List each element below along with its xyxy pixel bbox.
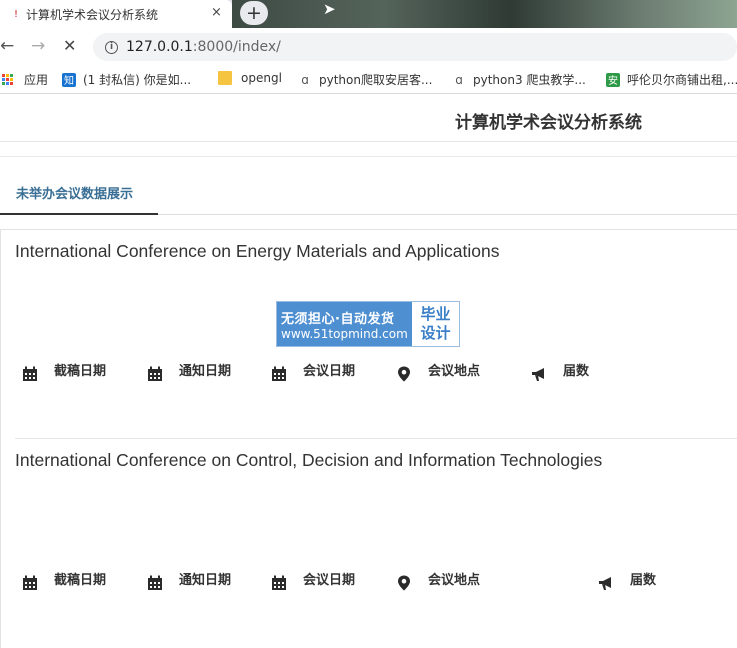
megaphone-icon [599,577,611,590]
tab-upcoming-conferences[interactable]: 未举办会议数据展示 [0,172,158,215]
apps-grid-icon [2,73,14,86]
calendar-icon [148,575,162,590]
browser-tab-active[interactable]: ! 计算机学术会议分析系统 × [0,0,232,28]
browser-tabstrip: ! 计算机学术会议分析系统 × + ➤ [0,0,737,28]
meta-deadline: 截稿日期 [22,360,106,382]
site-icon: ɑ [455,72,463,87]
bookmark-apps[interactable]: 应用 [2,71,48,88]
site-header: 计算机学术会议分析系统 [0,96,737,142]
url-text: 127.0.0.1:8000/index/ [126,39,281,55]
watermark-ad: 无须担心·自动发货 www.51topmind.com 毕业 设计 [276,301,460,347]
mouse-cursor-icon: ➤ [323,0,336,18]
bookmark-opengl[interactable]: opengl [218,71,282,85]
bookmark-zhihu[interactable]: 知 (1 封私信) 你是如... [62,71,191,88]
conference-title[interactable]: International Conference on Energy Mater… [15,241,499,262]
meta-location: 会议地点 [396,360,480,382]
stop-loading-button[interactable]: ✕ [63,36,76,55]
meta-conference-date: 会议日期 [271,569,355,591]
megaphone-icon [532,368,544,381]
meta-notification: 通知日期 [147,569,231,591]
calendar-icon [23,575,37,590]
content-tabs: 未举办会议数据展示 [0,172,737,215]
card-top-border [0,229,737,230]
meta-notification: 通知日期 [147,360,231,382]
meta-session: 届数 [531,360,589,382]
calendar-icon [23,366,37,381]
page-favicon-icon: ! [14,8,19,20]
meta-session: 届数 [598,569,656,591]
bookmark-python-anjuke[interactable]: ɑ python爬取安居客... [298,71,432,88]
bookmark-python3-crawler[interactable]: ɑ python3 爬虫教学... [452,71,586,88]
meta-conference-date: 会议日期 [271,360,355,382]
meta-deadline: 截稿日期 [22,569,106,591]
header-separator [0,156,737,157]
conference-title[interactable]: International Conference on Control, Dec… [15,450,602,471]
map-pin-icon [398,366,410,382]
tabstrip-background [232,0,737,28]
anjuke-icon: 安 [606,72,620,87]
site-title: 计算机学术会议分析系统 [455,113,642,133]
bookmark-hulunbuir[interactable]: 安 呼伦贝尔商铺出租,... [606,71,737,88]
calendar-icon [272,575,286,590]
back-button[interactable]: ← [0,36,14,56]
tab-close-icon[interactable]: × [211,5,222,20]
address-bar[interactable]: i 127.0.0.1:8000/index/ [93,33,737,61]
card-divider [15,438,737,439]
forward-button[interactable]: → [31,36,45,56]
calendar-icon [148,366,162,381]
bookmarks-bar: 应用 知 (1 封私信) 你是如... opengl ɑ python爬取安居客… [0,64,737,94]
tab-title: 计算机学术会议分析系统 [26,7,159,22]
card-left-border [0,229,1,648]
site-info-icon[interactable]: i [105,40,118,54]
meta-location: 会议地点 [396,569,480,591]
calendar-icon [272,366,286,381]
folder-icon [218,71,232,85]
new-tab-button[interactable]: + [240,1,268,25]
site-icon: ɑ [301,72,309,87]
map-pin-icon [398,575,410,591]
zhihu-icon: 知 [62,72,76,87]
